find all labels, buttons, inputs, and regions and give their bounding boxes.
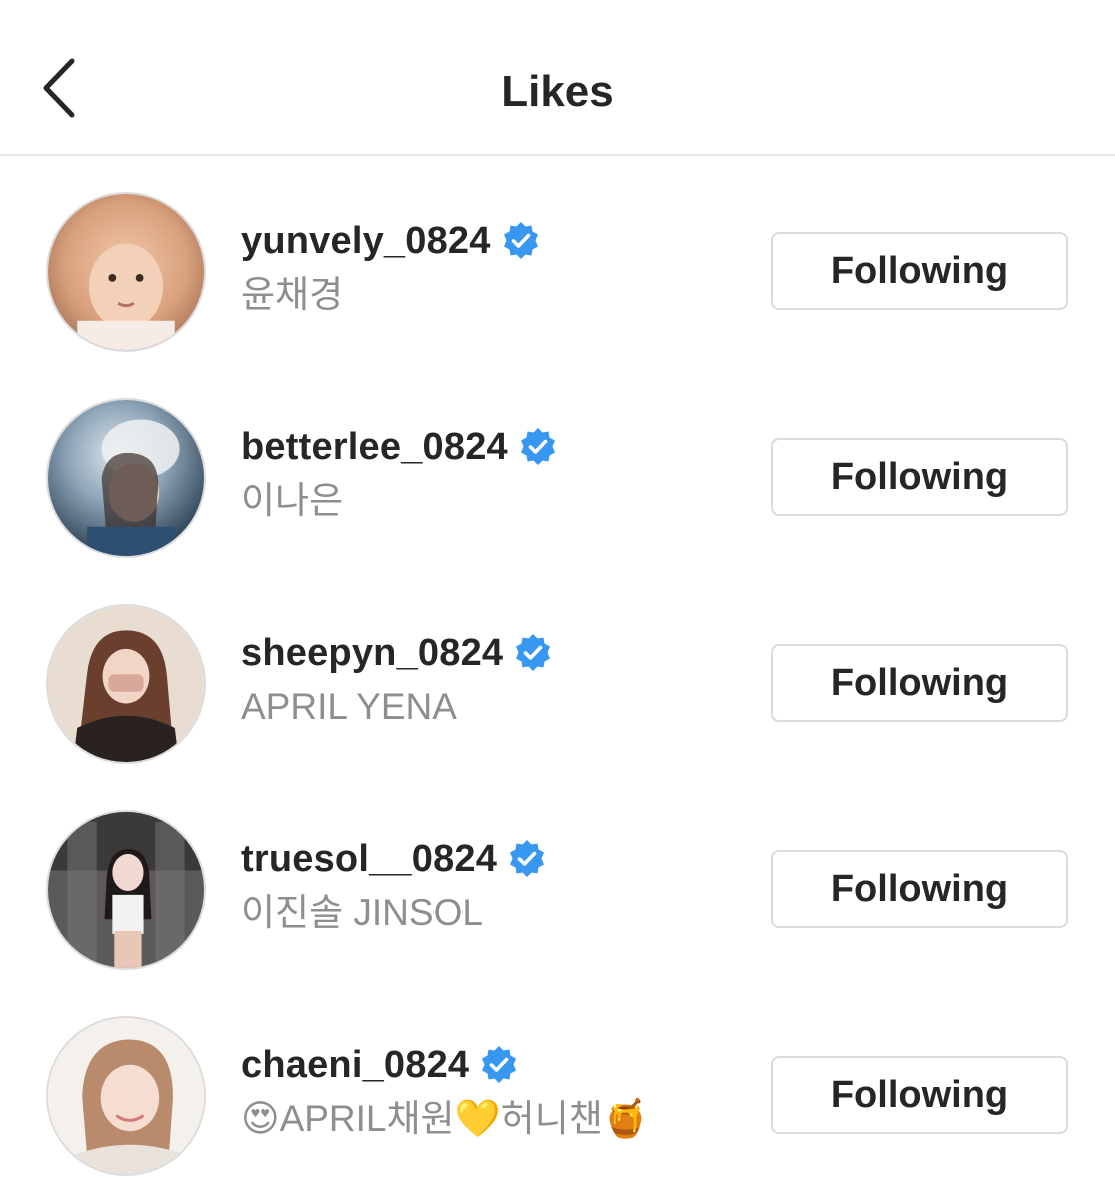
user-info: chaeni_0824 😍APRIL채원💛허니챈🍯 xyxy=(241,1038,649,1142)
username[interactable]: sheepyn_0824 xyxy=(241,632,503,675)
avatar[interactable] xyxy=(46,810,206,970)
verified-badge-icon xyxy=(510,840,545,877)
full-name: 😍APRIL채원💛허니챈🍯 xyxy=(241,1098,649,1139)
following-button[interactable]: Following xyxy=(771,1056,1068,1134)
verified-badge-icon xyxy=(516,634,551,671)
following-button[interactable]: Following xyxy=(771,438,1068,516)
username[interactable]: truesol__0824 xyxy=(241,838,497,881)
username[interactable]: chaeni_0824 xyxy=(241,1044,469,1087)
list-item[interactable]: truesol__0824 이진솔 JINSOL Following xyxy=(0,774,1115,980)
full-name: APRIL YENA xyxy=(241,686,457,727)
avatar[interactable] xyxy=(46,604,206,764)
verified-badge-icon xyxy=(520,428,555,465)
user-info: sheepyn_0824 APRIL YENA xyxy=(241,626,553,730)
verified-badge-icon xyxy=(482,1046,517,1083)
username[interactable]: betterlee_0824 xyxy=(241,426,508,469)
list-item[interactable]: yunvely_0824 윤채경 Following xyxy=(0,156,1115,362)
user-info: yunvely_0824 윤채경 xyxy=(241,214,541,318)
list-item[interactable]: sheepyn_0824 APRIL YENA Following xyxy=(0,568,1115,774)
full-name: 이나은 xyxy=(241,480,344,521)
verified-badge-icon xyxy=(503,222,538,259)
list-item[interactable]: betterlee_0824 이나은 Following xyxy=(0,362,1115,568)
avatar[interactable] xyxy=(46,192,206,352)
avatar[interactable] xyxy=(46,398,206,558)
full-name: 이진솔 JINSOL xyxy=(241,892,483,933)
following-button[interactable]: Following xyxy=(771,232,1068,310)
list-item[interactable]: chaeni_0824 😍APRIL채원💛허니챈🍯 Following xyxy=(0,980,1115,1186)
top-bar: Likes xyxy=(0,0,1115,156)
avatar[interactable] xyxy=(46,1016,206,1176)
page-title: Likes xyxy=(501,67,614,116)
following-button[interactable]: Following xyxy=(771,644,1068,722)
username[interactable]: yunvely_0824 xyxy=(241,220,491,263)
full-name: 윤채경 xyxy=(241,274,344,315)
user-info: betterlee_0824 이나은 xyxy=(241,420,558,524)
user-info: truesol__0824 이진솔 JINSOL xyxy=(241,832,547,936)
following-button[interactable]: Following xyxy=(771,850,1068,928)
